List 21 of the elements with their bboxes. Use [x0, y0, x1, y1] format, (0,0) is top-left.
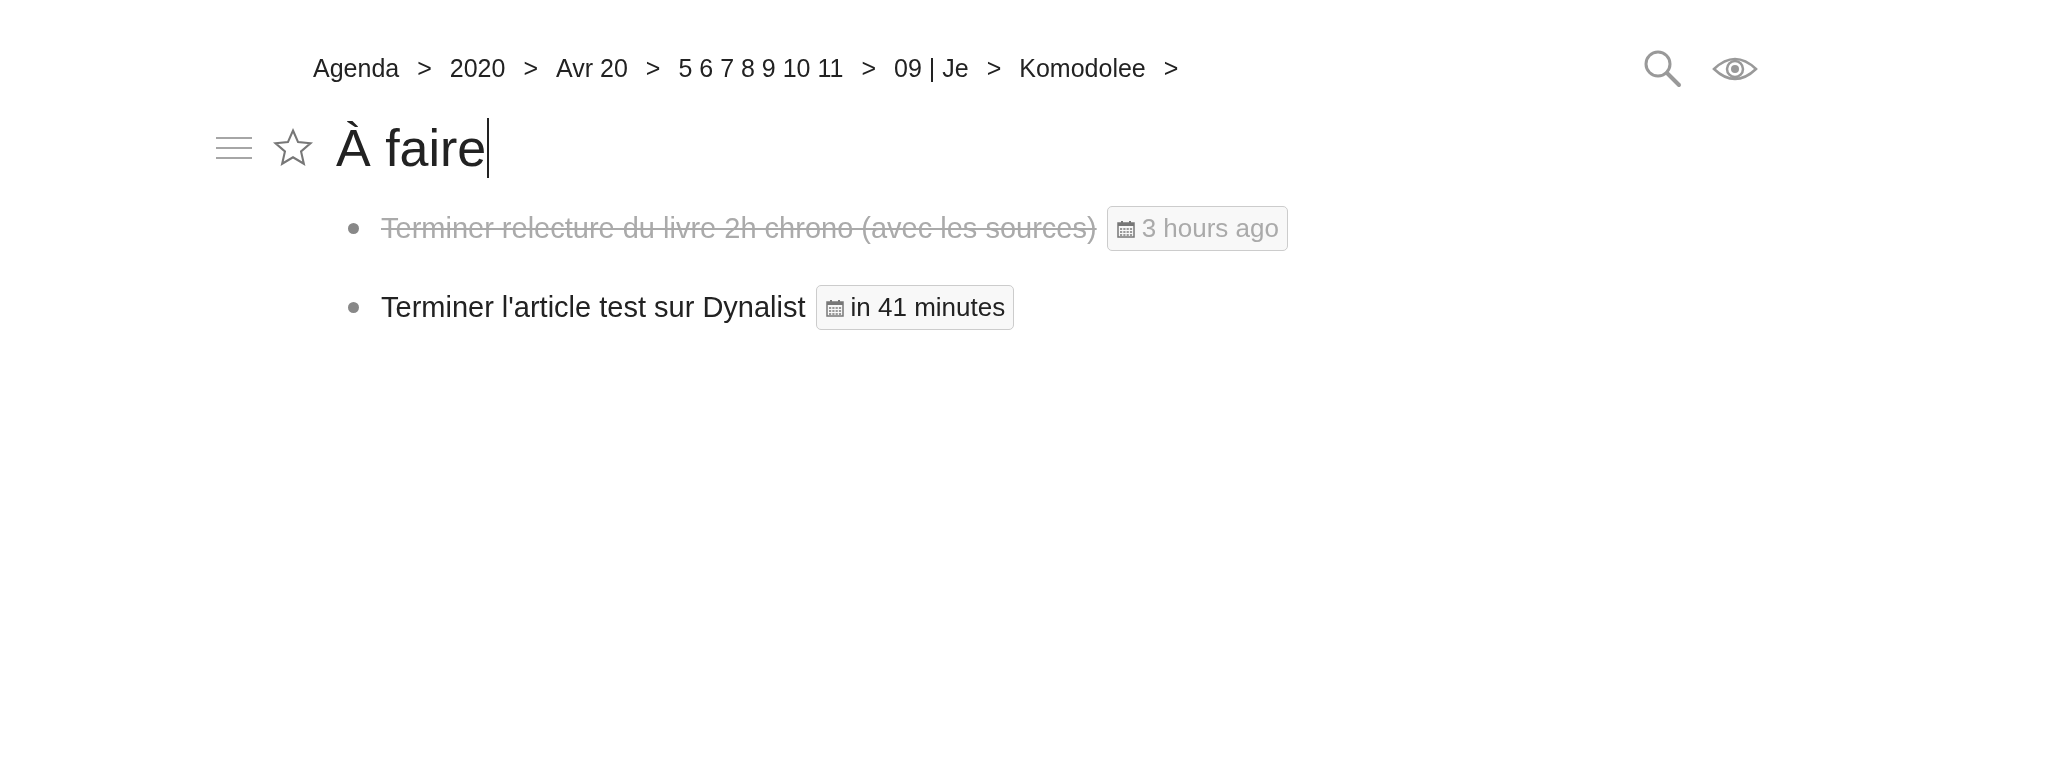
- breadcrumb-separator: >: [1163, 53, 1179, 85]
- breadcrumb-link[interactable]: Komodolee: [1019, 50, 1146, 88]
- breadcrumb-link[interactable]: 2020: [449, 50, 506, 88]
- calendar-icon: [1115, 218, 1136, 239]
- breadcrumb-link[interactable]: 09 | Je: [894, 50, 969, 88]
- breadcrumb-link[interactable]: 5 6 7 8 9 10 11: [678, 50, 844, 88]
- calendar-icon: [824, 297, 845, 318]
- breadcrumb-separator: >: [645, 53, 661, 85]
- breadcrumb-link[interactable]: Agenda: [313, 50, 400, 88]
- breadcrumb-separator: >: [986, 53, 1002, 85]
- breadcrumb-separator: >: [523, 53, 539, 85]
- breadcrumb-separator: >: [861, 53, 877, 85]
- search-icon[interactable]: [1642, 48, 1684, 90]
- bullet-icon[interactable]: [348, 223, 359, 234]
- menu-icon[interactable]: [216, 135, 252, 161]
- bullet-icon[interactable]: [348, 302, 359, 313]
- page-title[interactable]: À faire: [336, 118, 490, 178]
- date-badge[interactable]: in 41 minutes: [815, 285, 1015, 330]
- breadcrumb-link[interactable]: Avr 20: [556, 50, 628, 88]
- item-text[interactable]: Terminer l'article test sur Dynalist: [381, 285, 806, 330]
- breadcrumb-separator: >: [417, 53, 432, 85]
